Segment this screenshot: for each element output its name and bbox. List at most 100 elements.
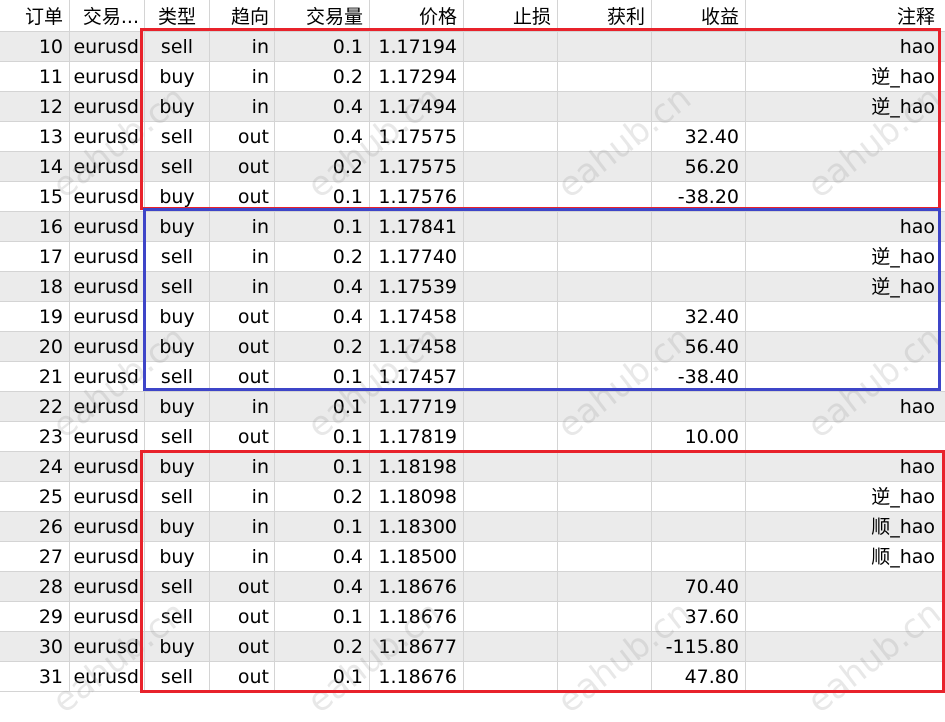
table-row[interactable]: 30 eurusd buy out 0.2 1.18677 -115.80 — [0, 632, 945, 662]
cell-stop-loss — [464, 242, 558, 272]
cell-price: 1.17740 — [370, 242, 464, 272]
cell-volume: 0.2 — [275, 632, 370, 662]
table-row[interactable]: 18 eurusd sell in 0.4 1.17539 逆_hao — [0, 272, 945, 302]
column-header-stop-loss[interactable]: 止损 — [464, 0, 558, 32]
cell-stop-loss — [464, 212, 558, 242]
table-row[interactable]: 11 eurusd buy in 0.2 1.17294 逆_hao — [0, 62, 945, 92]
cell-profit: -115.80 — [652, 632, 746, 662]
table-row[interactable]: 24 eurusd buy in 0.1 1.18198 hao — [0, 452, 945, 482]
cell-stop-loss — [464, 92, 558, 122]
cell-stop-loss — [464, 62, 558, 92]
cell-profit: 10.00 — [652, 422, 746, 452]
column-header-symbol[interactable]: 交易... — [70, 0, 145, 32]
cell-direction: out — [210, 662, 275, 692]
cell-profit — [652, 482, 746, 512]
cell-volume: 0.1 — [275, 362, 370, 392]
cell-take-profit — [558, 212, 652, 242]
cell-stop-loss — [464, 452, 558, 482]
cell-volume: 0.4 — [275, 92, 370, 122]
table-row[interactable]: 12 eurusd buy in 0.4 1.17494 逆_hao — [0, 92, 945, 122]
cell-stop-loss — [464, 392, 558, 422]
table-row[interactable]: 15 eurusd buy out 0.1 1.17576 -38.20 — [0, 182, 945, 212]
table-row[interactable]: 25 eurusd sell in 0.2 1.18098 逆_hao — [0, 482, 945, 512]
cell-take-profit — [558, 512, 652, 542]
cell-comment: 逆_hao — [746, 92, 945, 122]
table-row[interactable]: 21 eurusd sell out 0.1 1.17457 -38.40 — [0, 362, 945, 392]
column-header-type[interactable]: 类型 — [145, 0, 210, 32]
cell-type: sell — [145, 572, 210, 602]
table-row[interactable]: 23 eurusd sell out 0.1 1.17819 10.00 — [0, 422, 945, 452]
cell-take-profit — [558, 392, 652, 422]
cell-type: sell — [145, 662, 210, 692]
cell-take-profit — [558, 422, 652, 452]
column-header-order[interactable]: 订单 — [0, 0, 70, 32]
cell-comment — [746, 362, 945, 392]
cell-symbol: eurusd — [70, 422, 145, 452]
cell-order: 13 — [0, 122, 70, 152]
column-header-price[interactable]: 价格 — [370, 0, 464, 32]
column-header-direction[interactable]: 趋向 — [210, 0, 275, 32]
cell-stop-loss — [464, 272, 558, 302]
table-row[interactable]: 29 eurusd sell out 0.1 1.18676 37.60 — [0, 602, 945, 632]
cell-take-profit — [558, 662, 652, 692]
cell-stop-loss — [464, 422, 558, 452]
cell-profit: 32.40 — [652, 122, 746, 152]
table-row[interactable]: 19 eurusd buy out 0.4 1.17458 32.40 — [0, 302, 945, 332]
cell-stop-loss — [464, 662, 558, 692]
cell-direction: in — [210, 512, 275, 542]
cell-type: buy — [145, 332, 210, 362]
cell-take-profit — [558, 62, 652, 92]
cell-direction: in — [210, 32, 275, 62]
cell-direction: out — [210, 152, 275, 182]
cell-comment: hao — [746, 212, 945, 242]
cell-comment — [746, 572, 945, 602]
table-header: 订单 交易... 类型 趋向 交易量 价格 止损 获利 收益 注释 — [0, 0, 945, 32]
cell-direction: in — [210, 482, 275, 512]
cell-comment: 逆_hao — [746, 62, 945, 92]
cell-profit: 70.40 — [652, 572, 746, 602]
table-row[interactable]: 17 eurusd sell in 0.2 1.17740 逆_hao — [0, 242, 945, 272]
cell-take-profit — [558, 122, 652, 152]
cell-price: 1.17294 — [370, 62, 464, 92]
table-row[interactable]: 26 eurusd buy in 0.1 1.18300 顺_hao — [0, 512, 945, 542]
table-row[interactable]: 28 eurusd sell out 0.4 1.18676 70.40 — [0, 572, 945, 602]
table-row[interactable]: 31 eurusd sell out 0.1 1.18676 47.80 — [0, 662, 945, 692]
column-header-take-profit[interactable]: 获利 — [558, 0, 652, 32]
table-row[interactable]: 10 eurusd sell in 0.1 1.17194 hao — [0, 32, 945, 62]
cell-type: sell — [145, 242, 210, 272]
column-header-comment[interactable]: 注释 — [746, 0, 945, 32]
cell-comment: 逆_hao — [746, 242, 945, 272]
cell-type: buy — [145, 302, 210, 332]
cell-type: buy — [145, 92, 210, 122]
cell-order: 10 — [0, 32, 70, 62]
cell-type: buy — [145, 512, 210, 542]
cell-type: sell — [145, 152, 210, 182]
cell-profit — [652, 392, 746, 422]
cell-profit: 56.40 — [652, 332, 746, 362]
cell-price: 1.17575 — [370, 152, 464, 182]
column-header-profit[interactable]: 收益 — [652, 0, 746, 32]
cell-profit — [652, 32, 746, 62]
table-row[interactable]: 20 eurusd buy out 0.2 1.17458 56.40 — [0, 332, 945, 362]
cell-order: 30 — [0, 632, 70, 662]
cell-stop-loss — [464, 32, 558, 62]
cell-direction: out — [210, 632, 275, 662]
cell-type: sell — [145, 362, 210, 392]
cell-price: 1.18677 — [370, 632, 464, 662]
table-row[interactable]: 13 eurusd sell out 0.4 1.17575 32.40 — [0, 122, 945, 152]
cell-take-profit — [558, 332, 652, 362]
cell-stop-loss — [464, 512, 558, 542]
cell-symbol: eurusd — [70, 92, 145, 122]
table-row[interactable]: 27 eurusd buy in 0.4 1.18500 顺_hao — [0, 542, 945, 572]
cell-take-profit — [558, 182, 652, 212]
table-row[interactable]: 14 eurusd sell out 0.2 1.17575 56.20 — [0, 152, 945, 182]
cell-type: sell — [145, 32, 210, 62]
cell-direction: in — [210, 272, 275, 302]
table-row[interactable]: 16 eurusd buy in 0.1 1.17841 hao — [0, 212, 945, 242]
cell-price: 1.17494 — [370, 92, 464, 122]
column-header-volume[interactable]: 交易量 — [275, 0, 370, 32]
cell-profit — [652, 92, 746, 122]
cell-type: sell — [145, 602, 210, 632]
table-row[interactable]: 22 eurusd buy in 0.1 1.17719 hao — [0, 392, 945, 422]
cell-take-profit — [558, 362, 652, 392]
